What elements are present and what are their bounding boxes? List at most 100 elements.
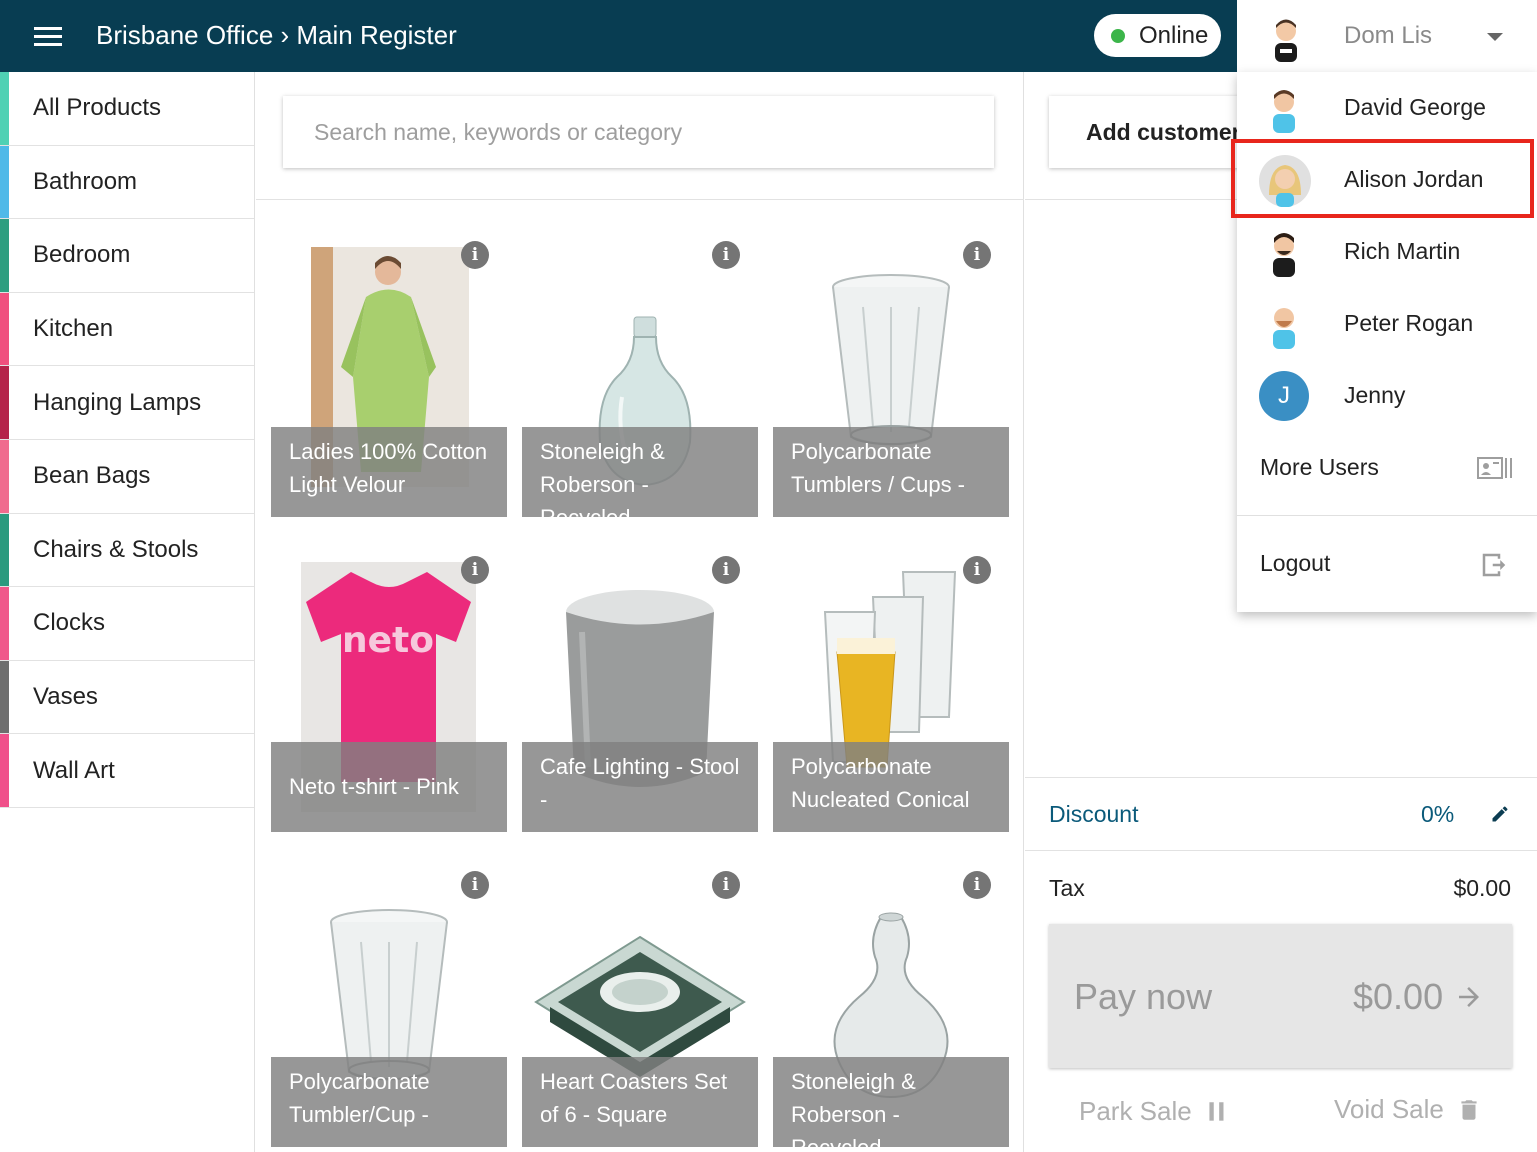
status-text: Online (1139, 21, 1209, 49)
product-tile[interactable]: i Stoneleigh & Roberson - Recycled (522, 227, 758, 517)
avatar-dom-icon (1261, 12, 1311, 67)
info-icon[interactable]: i (712, 871, 740, 899)
menu-item-peter-rogan[interactable]: Peter Rogan (1237, 288, 1537, 360)
pay-now-label: Pay now (1074, 976, 1213, 1017)
category-color-bar (0, 219, 9, 292)
sidebar-item-bean-bags[interactable]: Bean Bags (0, 439, 254, 514)
category-color-bar (0, 366, 9, 439)
tshirt-logo-text: neto (342, 620, 434, 661)
category-sidebar: All Products Bathroom Bedroom Kitchen Ha… (0, 72, 255, 1152)
search-area (256, 72, 1024, 200)
product-tile[interactable]: i Ladies 100% Cotton Light Velour (271, 227, 507, 517)
product-name: Stoneleigh & Roberson - Recycled (522, 427, 758, 517)
product-tile[interactable]: i Polycarbonate Tumbler/Cup - (271, 857, 507, 1147)
menu-item-jenny[interactable]: J Jenny (1237, 360, 1537, 432)
sidebar-item-bathroom[interactable]: Bathroom (0, 145, 254, 220)
void-sale-button[interactable]: Void Sale (1334, 1094, 1482, 1125)
sidebar-item-wall-art[interactable]: Wall Art (0, 734, 254, 808)
avatar-peter-icon (1259, 299, 1309, 354)
pause-icon (1209, 1101, 1224, 1121)
product-name: Ladies 100% Cotton Light Velour (271, 427, 507, 517)
product-name: Heart Coasters Set of 6 - Square (522, 1057, 758, 1147)
logout-button[interactable]: Logout (1237, 528, 1537, 600)
category-color-bar (0, 734, 9, 807)
menu-item-david-george[interactable]: David George (1237, 72, 1537, 144)
search-input[interactable] (283, 96, 994, 168)
current-user-name: Dom Lis (1344, 22, 1433, 49)
product-name: Polycarbonate Tumbler/Cup - (271, 1057, 507, 1147)
info-icon[interactable]: i (712, 241, 740, 269)
park-sale-button[interactable]: Park Sale (1079, 1096, 1230, 1127)
info-icon[interactable]: i (712, 556, 740, 584)
product-panel: i Ladies 100% Cotton Light Velour i Ston… (256, 72, 1024, 1152)
discount-value: 0% (1421, 801, 1455, 827)
sidebar-item-vases[interactable]: Vases (0, 660, 254, 735)
info-icon[interactable]: i (963, 241, 991, 269)
sidebar-item-all-products[interactable]: All Products (0, 72, 254, 146)
status-dot-icon (1111, 28, 1125, 43)
sidebar-item-clocks[interactable]: Clocks (0, 587, 254, 661)
breadcrumb: Brisbane Office › Main Register (96, 20, 457, 50)
product-tile[interactable]: i Cafe Lighting - Stool - (522, 542, 758, 832)
user-name: Jenny (1344, 382, 1406, 408)
menu-icon[interactable] (34, 27, 62, 47)
user-name: Alison Jordan (1344, 166, 1484, 192)
product-tile[interactable]: i Stoneleigh & Roberson - Recycled (773, 857, 1009, 1147)
category-color-bar (0, 145, 9, 219)
avatar-jenny: J (1259, 371, 1309, 421)
exit-icon (1482, 553, 1506, 577)
product-tile[interactable]: i Polycarbonate Nucleated Conical (773, 542, 1009, 832)
divider (1237, 515, 1537, 516)
product-tile[interactable]: neto i Neto t-shirt - Pink (271, 542, 507, 832)
pencil-icon[interactable] (1490, 804, 1510, 824)
chevron-down-icon[interactable] (1487, 33, 1503, 41)
user-card-icon (1477, 457, 1512, 479)
tax-value: $0.00 (1453, 875, 1511, 901)
void-sale-label: Void Sale (1334, 1094, 1444, 1124)
category-color-bar (0, 292, 9, 366)
category-color-bar (0, 72, 9, 145)
category-color-bar (0, 439, 9, 513)
user-dropdown-menu: David George Alison Jordan Rich Martin P… (1237, 72, 1537, 612)
pay-now-button[interactable]: Pay now $0.00 (1049, 924, 1512, 1068)
online-status-badge[interactable]: Online (1094, 14, 1221, 57)
user-initial: J (1259, 371, 1309, 421)
product-tile[interactable]: i Heart Coasters Set of 6 - Square (522, 857, 758, 1147)
user-name: David George (1344, 94, 1486, 120)
info-icon[interactable]: i (461, 871, 489, 899)
avatar-alison-icon (1259, 155, 1311, 212)
product-name: Stoneleigh & Roberson - Recycled (773, 1057, 1009, 1147)
sidebar-item-chairs-stools[interactable]: Chairs & Stools (0, 513, 254, 588)
product-name: Polycarbonate Nucleated Conical (773, 742, 1009, 832)
info-icon[interactable]: i (461, 241, 489, 269)
arrow-right-icon (1459, 987, 1479, 1007)
info-icon[interactable]: i (963, 556, 991, 584)
menu-item-alison-jordan[interactable]: Alison Jordan (1237, 144, 1537, 216)
avatar-rich-icon (1259, 227, 1309, 282)
pay-amount: $0.00 (1353, 976, 1444, 1017)
user-selector[interactable]: Dom Lis (1237, 0, 1537, 72)
info-icon[interactable]: i (461, 556, 489, 584)
logout-label: Logout (1260, 550, 1331, 576)
trash-icon (1461, 1099, 1477, 1120)
user-name: Peter Rogan (1344, 310, 1474, 336)
menu-item-rich-martin[interactable]: Rich Martin (1237, 216, 1537, 288)
add-customer-button[interactable]: Add customer (1049, 96, 1259, 168)
top-bar: Brisbane Office › Main Register Online (0, 0, 1237, 72)
more-users-label: More Users (1260, 454, 1379, 480)
sidebar-item-kitchen[interactable]: Kitchen (0, 292, 254, 367)
tax-row: Tax $0.00 (1025, 851, 1537, 921)
info-icon[interactable]: i (963, 871, 991, 899)
category-color-bar (0, 513, 9, 587)
discount-label: Discount (1049, 801, 1139, 827)
user-name: Rich Martin (1344, 238, 1461, 264)
avatar-david-icon (1259, 83, 1309, 138)
product-name: Cafe Lighting - Stool - (522, 742, 758, 832)
product-tile[interactable]: i Polycarbonate Tumblers / Cups - (773, 227, 1009, 517)
park-sale-label: Park Sale (1079, 1096, 1192, 1126)
sidebar-item-hanging-lamps[interactable]: Hanging Lamps (0, 366, 254, 440)
more-users-button[interactable]: More Users (1237, 432, 1537, 504)
product-name: Polycarbonate Tumblers / Cups - (773, 427, 1009, 517)
sidebar-item-bedroom[interactable]: Bedroom (0, 219, 254, 293)
discount-row[interactable]: Discount 0% (1025, 777, 1537, 851)
